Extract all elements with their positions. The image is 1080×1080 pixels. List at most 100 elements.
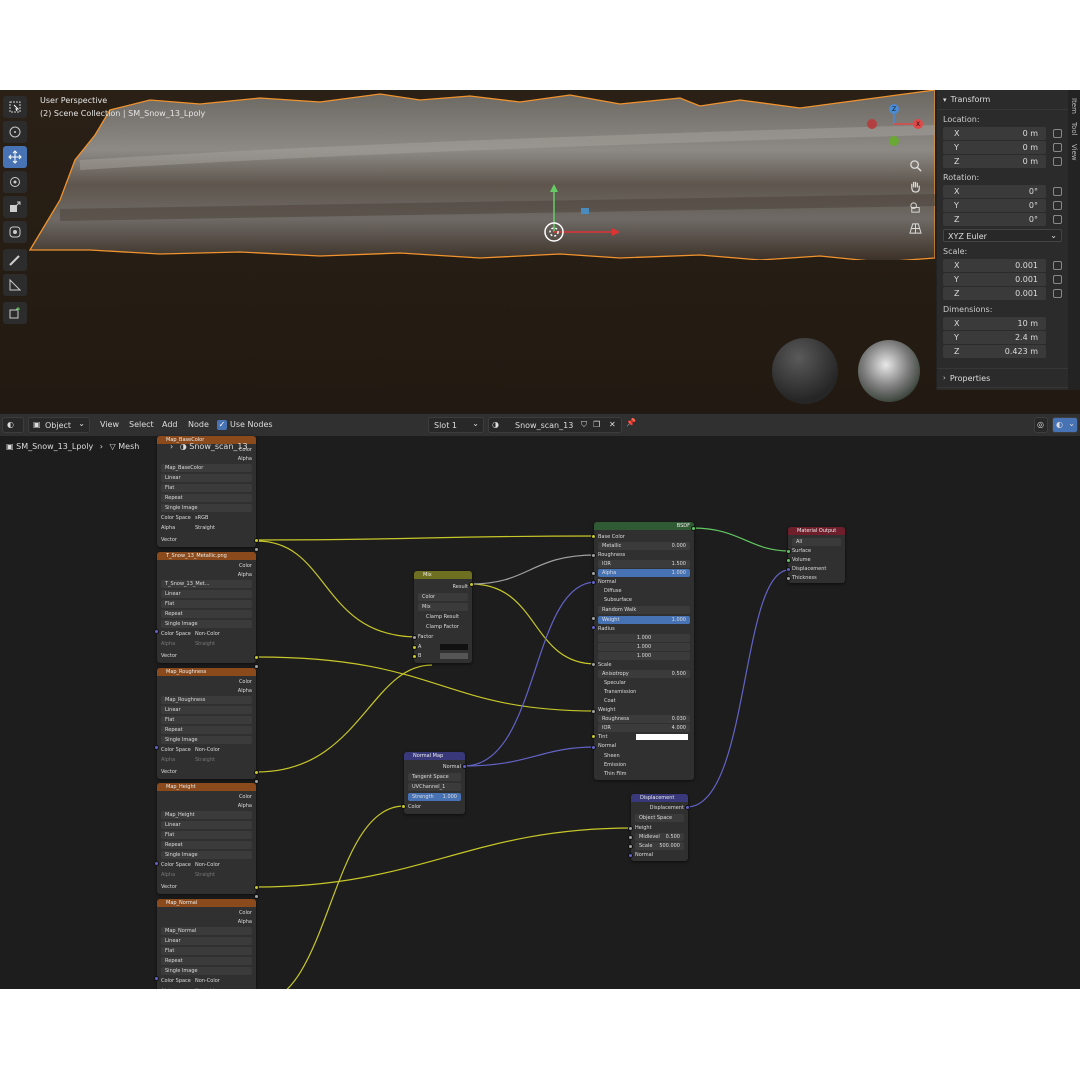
transform-tool[interactable] [3, 221, 27, 243]
interpolation-select[interactable]: Linear [161, 474, 252, 482]
bsdf-header[interactable]: BSDF [594, 522, 694, 530]
clamp-result-checkbox[interactable]: Clamp Result [418, 613, 468, 621]
node-socket[interactable] [154, 861, 159, 866]
pan-hand-icon[interactable] [906, 177, 924, 195]
transform-panel-header[interactable]: ▾ Transform [937, 90, 1068, 110]
coat-panel[interactable]: Coat [598, 697, 690, 705]
interpolation-select[interactable]: Linear [161, 821, 252, 829]
specular-panel[interactable]: Specular [598, 679, 690, 687]
projection-select[interactable]: Flat [161, 600, 252, 608]
output-target-select[interactable]: All [792, 538, 841, 546]
image-texture-node[interactable]: T_Snow_13_Metallic.png Color Alpha T_Snow_1… [157, 552, 256, 663]
node-socket[interactable] [412, 645, 417, 650]
interpolation-select[interactable]: Linear [161, 937, 252, 945]
principled-bsdf-node[interactable]: BSDF Base Color Metallic 0.000 Roughness … [594, 522, 694, 780]
mix-node-header[interactable]: Mix [414, 571, 472, 579]
rotation-z-field[interactable]: Z 0° [943, 213, 1062, 226]
shader-node-editor[interactable]: ◐ ▣ Object ⌄ View Select Add Node ✓ Use No… [0, 414, 1080, 989]
source-select[interactable]: Single Image [161, 504, 252, 512]
node-socket[interactable] [591, 580, 596, 585]
lock-icon[interactable] [1053, 275, 1062, 284]
displacement-node[interactable]: Displacement Displacement Object Space H… [631, 794, 688, 861]
subsurface-method-select[interactable]: Random Walk [598, 606, 690, 614]
mix-a-swatch[interactable] [440, 644, 468, 650]
node-socket[interactable] [462, 764, 467, 769]
node-socket[interactable] [154, 745, 159, 750]
select-box-tool[interactable] [3, 96, 27, 118]
image-datablock-field[interactable]: Map_Normal [161, 927, 252, 935]
node-socket[interactable] [254, 779, 259, 784]
node-socket[interactable] [154, 629, 159, 634]
material-output-header[interactable]: Material Output [788, 527, 845, 535]
location-y-field[interactable]: Y 0 m [943, 141, 1062, 154]
alpha-mode-row[interactable]: Alpha Straight [161, 524, 252, 532]
colorspace-row[interactable]: Color Space Non-Color [161, 861, 252, 869]
interpolation-select[interactable]: Linear [161, 706, 252, 714]
image-datablock-field[interactable]: T_Snow_13_Met... [161, 580, 252, 588]
scale-tool[interactable] [3, 196, 27, 218]
lock-icon[interactable] [1053, 187, 1062, 196]
disp-scale-field[interactable]: Scale 500.000 [635, 842, 684, 850]
annotate-tool[interactable] [3, 249, 27, 271]
clamp-factor-checkbox[interactable]: Clamp Factor [418, 623, 468, 631]
mix-type-select[interactable]: Color [418, 593, 468, 601]
axis-navigation-gizmo[interactable]: Z X [862, 102, 926, 152]
mix-blend-select[interactable]: Mix [418, 603, 468, 611]
projection-select[interactable]: Flat [161, 947, 252, 955]
image-node-header[interactable]: Map_Roughness [157, 668, 256, 676]
displacement-space-select[interactable]: Object Space [635, 814, 684, 822]
coat-ior-field[interactable]: IOR 4.000 [598, 724, 690, 732]
normal-strength-field[interactable]: Strength 1.000 [408, 793, 461, 801]
node-socket[interactable] [591, 571, 596, 576]
node-socket[interactable] [628, 826, 633, 831]
alpha-mode-row[interactable]: Alpha Straight [161, 640, 252, 648]
perspective-grid-icon[interactable] [906, 219, 924, 237]
mix-node[interactable]: Mix Result Color Mix Clamp Result Clamp … [414, 571, 472, 663]
properties-panel-header[interactable]: › Properties [937, 368, 1068, 388]
node-socket[interactable] [254, 538, 259, 543]
colorspace-row[interactable]: Color Space Non-Color [161, 630, 252, 638]
node-socket[interactable] [786, 567, 791, 572]
location-x-field[interactable]: X 0 m [943, 127, 1062, 140]
midlevel-field[interactable]: Midlevel 0.500 [635, 833, 684, 841]
node-socket[interactable] [628, 835, 633, 840]
normal-map-node[interactable]: Normal Map Normal Tangent Space UVChanne… [404, 752, 465, 814]
uv-map-field[interactable]: UVChannel_1 [408, 783, 461, 791]
alpha-mode-row[interactable]: Alpha Straight [161, 871, 252, 879]
image-node-header[interactable]: Map_Normal [157, 899, 256, 907]
ss-weight-field[interactable]: Weight 1.000 [598, 616, 690, 624]
lock-icon[interactable] [1053, 143, 1062, 152]
source-select[interactable]: Single Image [161, 736, 252, 744]
node-socket[interactable] [401, 804, 406, 809]
rotate-tool[interactable] [3, 171, 27, 193]
extension-select[interactable]: Repeat [161, 494, 252, 502]
image-texture-node[interactable]: Map_Roughness Color Alpha Map_Roughness Line… [157, 668, 256, 779]
node-socket[interactable] [591, 616, 596, 621]
scale-y-field[interactable]: Y 0.001 [943, 273, 1062, 286]
metallic-field[interactable]: Metallic 0.000 [598, 542, 690, 550]
rotation-x-field[interactable]: X 0° [943, 185, 1062, 198]
node-socket[interactable] [254, 885, 259, 890]
source-select[interactable]: Single Image [161, 967, 252, 975]
image-texture-node[interactable]: Map_BaseColor Color Alpha Map_BaseColor Line… [157, 436, 256, 547]
zoom-icon[interactable] [906, 156, 924, 174]
lock-icon[interactable] [1053, 261, 1062, 270]
node-socket[interactable] [591, 734, 596, 739]
scale-z-field[interactable]: Z 0.001 [943, 287, 1062, 300]
node-socket[interactable] [591, 745, 596, 750]
image-node-header[interactable]: Map_Height [157, 783, 256, 791]
scale-x-field[interactable]: X 0.001 [943, 259, 1062, 272]
image-datablock-field[interactable]: Map_BaseColor [161, 464, 252, 472]
transmission-panel[interactable]: Transmission [598, 688, 690, 696]
breadcrumb-material-item[interactable]: › ◑ Snow_scan_13 [170, 442, 248, 451]
source-select[interactable]: Single Image [161, 851, 252, 859]
node-socket[interactable] [685, 805, 690, 810]
thin-film-panel[interactable]: Thin Film [598, 770, 690, 778]
node-socket[interactable] [591, 553, 596, 558]
node-socket[interactable] [628, 844, 633, 849]
rotation-mode-select[interactable]: XYZ Euler ⌄ [943, 229, 1062, 242]
subsurface-panel[interactable]: Subsurface [598, 596, 690, 604]
3d-viewport[interactable]: User Perspective (2) Scene Collection | … [0, 90, 1080, 413]
node-socket[interactable] [412, 635, 417, 640]
projection-select[interactable]: Flat [161, 484, 252, 492]
